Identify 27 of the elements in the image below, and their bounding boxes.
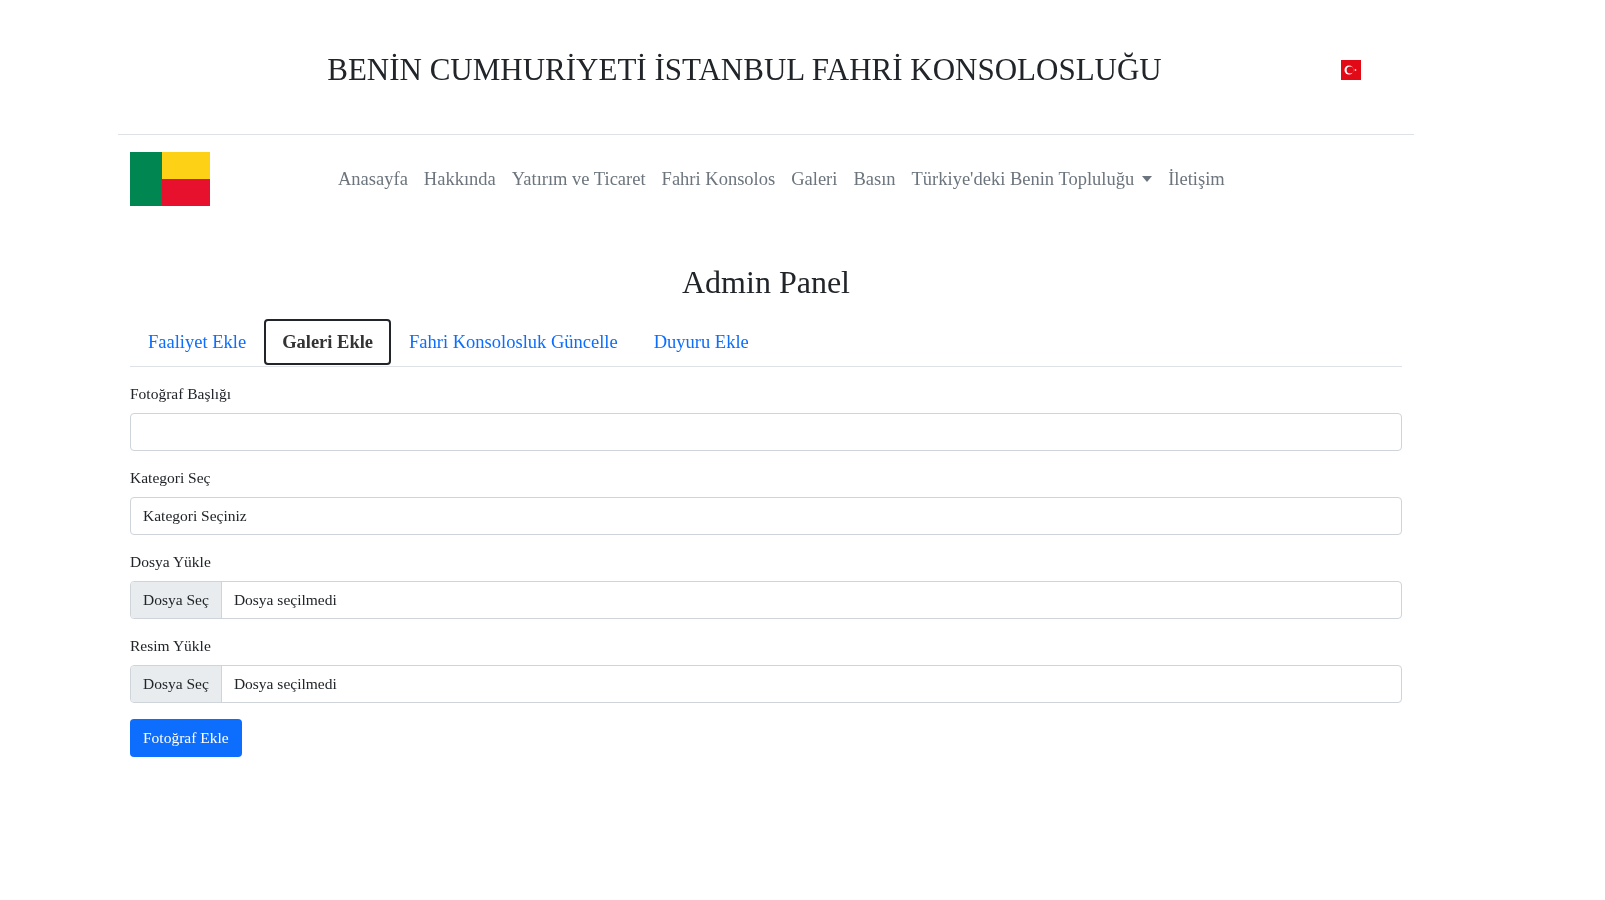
nav-link[interactable]: Yatırım ve Ticaret — [511, 168, 646, 190]
field-label: Resim Yükle — [130, 637, 212, 655]
benin-flag-logo[interactable] — [130, 152, 210, 206]
nav-link[interactable]: Galeri — [791, 168, 838, 190]
choose-file-button[interactable]: Dosya Seç — [131, 582, 222, 618]
turkish-flag-icon[interactable] — [1341, 60, 1361, 80]
caret-icon — [1142, 176, 1153, 182]
file-input[interactable]: Dosya Seç Dosya seçilmedi — [130, 665, 1402, 703]
page-title: Admin Panel — [681, 264, 851, 301]
nav-link[interactable]: Fahri Konsolos — [661, 168, 776, 190]
nav-dropdown[interactable]: Türkiye'deki Benin Topluluğu — [911, 168, 1153, 190]
nav-link[interactable]: Anasayfa — [338, 168, 408, 190]
text-input[interactable] — [130, 413, 1402, 451]
tab[interactable]: Galeri Ekle — [264, 319, 392, 365]
submit-button[interactable]: Fotoğraf Ekle — [130, 719, 242, 757]
site-title: BENİN CUMHURİYETİ İSTANBUL FAHRİ KONSOLOSLUĞU — [326, 52, 1162, 88]
choose-file-button[interactable]: Dosya Seç — [131, 666, 222, 702]
nav-link[interactable]: Basın — [853, 168, 896, 190]
file-status: Dosya seçilmedi — [232, 590, 338, 610]
nav-link[interactable]: İletişim — [1168, 168, 1225, 190]
file-input[interactable]: Dosya Seç Dosya seçilmedi — [130, 581, 1402, 619]
field-label: Dosya Yükle — [130, 553, 212, 571]
field-label: Kategori Seç — [130, 469, 212, 487]
nav-link[interactable]: Hakkında — [423, 168, 496, 190]
select-field[interactable]: Kategori Seçiniz — [130, 497, 1402, 535]
field-label: Fotoğraf Başlığı — [130, 385, 233, 403]
file-status: Dosya seçilmedi — [232, 674, 338, 694]
